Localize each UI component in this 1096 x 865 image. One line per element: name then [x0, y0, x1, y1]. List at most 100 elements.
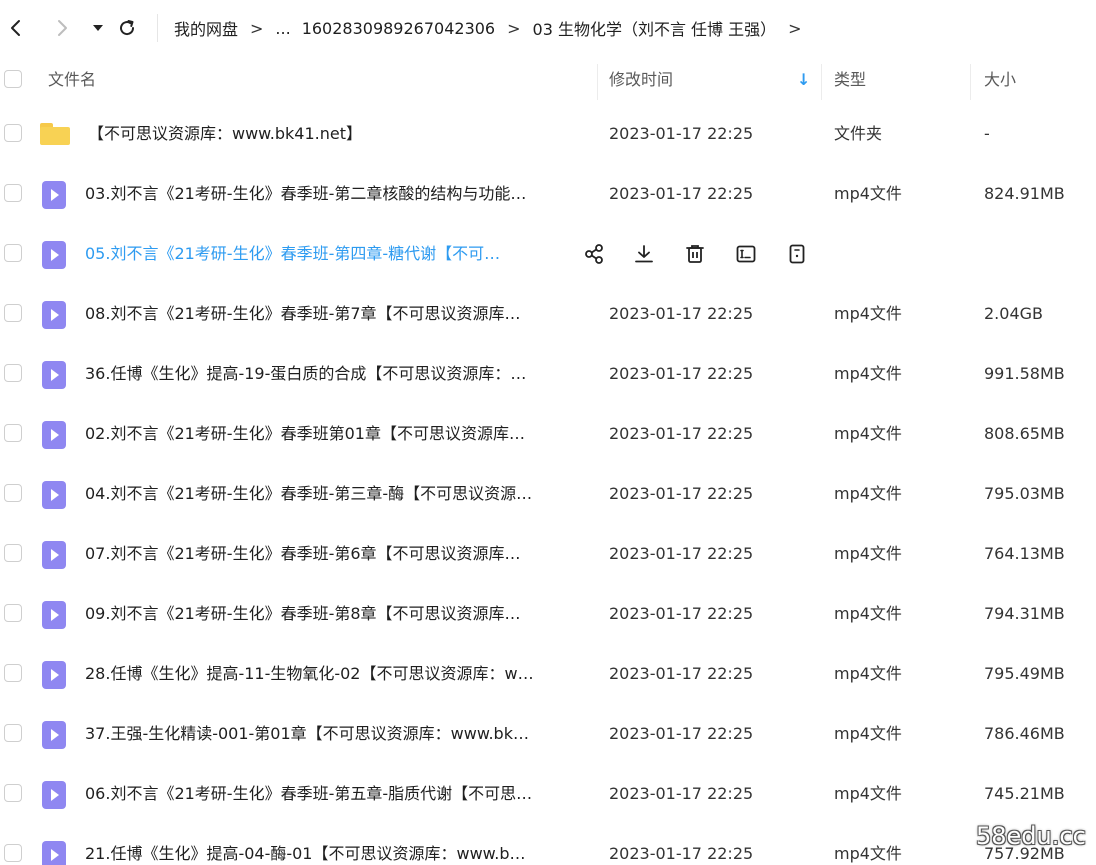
row-checkbox[interactable]: [4, 184, 22, 202]
file-type: mp4文件: [834, 664, 902, 683]
file-browser: 我的网盘 > ... 1602830989267042306 > 03 生物化学…: [0, 0, 1096, 865]
delete-icon[interactable]: [681, 240, 709, 268]
breadcrumb-item-folder-id[interactable]: 1602830989267042306: [302, 19, 495, 38]
file-modified-time: 2023-01-17 22:25: [609, 664, 754, 683]
video-file-icon: [42, 841, 66, 865]
row-checkbox[interactable]: [4, 784, 22, 802]
file-type: mp4文件: [834, 544, 902, 563]
forward-icon[interactable]: [48, 14, 76, 42]
download-icon[interactable]: [630, 240, 658, 268]
column-time-header[interactable]: 修改时间: [609, 68, 673, 92]
video-file-icon: [42, 481, 66, 509]
file-type: mp4文件: [834, 844, 902, 863]
file-row[interactable]: 04.刘不言《21考研-生化》春季班-第三章-酶【不可思议资源… 2023-01…: [0, 464, 1096, 524]
toolbar-divider: [157, 14, 158, 42]
file-size: 2.04GB: [984, 304, 1043, 323]
breadcrumb-item-ellipsis[interactable]: ...: [275, 19, 290, 38]
file-modified-time: 2023-01-17 22:25: [609, 304, 754, 323]
column-size-header[interactable]: 大小: [984, 68, 1016, 92]
file-row[interactable]: 08.刘不言《21考研-生化》春季班-第7章【不可思议资源库… 2023-01-…: [0, 284, 1096, 344]
row-checkbox[interactable]: [4, 424, 22, 442]
column-divider[interactable]: [970, 64, 971, 100]
file-row[interactable]: 06.刘不言《21考研-生化》春季班-第五章-脂质代谢【不可思… 2023-01…: [0, 764, 1096, 824]
row-checkbox[interactable]: [4, 724, 22, 742]
file-type: mp4文件: [834, 604, 902, 623]
file-type: mp4文件: [834, 424, 902, 443]
video-file-icon: [42, 181, 66, 209]
column-divider[interactable]: [597, 64, 598, 100]
row-checkbox[interactable]: [4, 244, 22, 262]
file-row[interactable]: 28.任博《生化》提高-11-生物氧化-02【不可思议资源库：w… 2023-0…: [0, 644, 1096, 704]
file-size: -: [984, 124, 990, 143]
file-name[interactable]: 【不可思议资源库：www.bk41.net】: [88, 120, 584, 148]
file-size: 808.65MB: [984, 424, 1065, 443]
more-icon[interactable]: [783, 240, 811, 268]
file-modified-time: 2023-01-17 22:25: [609, 724, 754, 743]
file-row[interactable]: 37.王强-生化精读-001-第01章【不可思议资源库：www.bk… 2023…: [0, 704, 1096, 764]
file-type: mp4文件: [834, 304, 902, 323]
file-row[interactable]: 07.刘不言《21考研-生化》春季班-第6章【不可思议资源库… 2023-01-…: [0, 524, 1096, 584]
file-row-folder[interactable]: 【不可思议资源库：www.bk41.net】 2023-01-17 22:25 …: [0, 104, 1096, 164]
file-modified-time: 2023-01-17 22:25: [609, 364, 754, 383]
breadcrumb: 我的网盘 > ... 1602830989267042306 > 03 生物化学…: [174, 14, 814, 42]
row-checkbox[interactable]: [4, 664, 22, 682]
file-name[interactable]: 08.刘不言《21考研-生化》春季班-第7章【不可思议资源库…: [85, 300, 581, 328]
toolbar: 我的网盘 > ... 1602830989267042306 > 03 生物化学…: [0, 0, 1096, 56]
file-name[interactable]: 37.王强-生化精读-001-第01章【不可思议资源库：www.bk…: [85, 720, 581, 748]
column-name-header[interactable]: 文件名: [48, 68, 96, 92]
file-modified-time: 2023-01-17 22:25: [609, 184, 754, 203]
file-row[interactable]: 21.任博《生化》提高-04-酶-01【不可思议资源库：www.b… 2023-…: [0, 824, 1096, 865]
file-size: 764.13MB: [984, 544, 1065, 563]
video-file-icon: [42, 661, 66, 689]
row-checkbox[interactable]: [4, 304, 22, 322]
video-file-icon: [42, 301, 66, 329]
file-size: 794.31MB: [984, 604, 1065, 623]
file-name[interactable]: 06.刘不言《21考研-生化》春季班-第五章-脂质代谢【不可思…: [85, 780, 581, 808]
file-size: 991.58MB: [984, 364, 1065, 383]
row-checkbox[interactable]: [4, 364, 22, 382]
share-icon[interactable]: [580, 240, 608, 268]
video-file-icon: [42, 721, 66, 749]
watermark: 58edu.cc: [976, 822, 1086, 850]
file-name[interactable]: 02.刘不言《21考研-生化》春季班第01章【不可思议资源库…: [85, 420, 581, 448]
file-row[interactable]: 02.刘不言《21考研-生化》春季班第01章【不可思议资源库… 2023-01-…: [0, 404, 1096, 464]
dropdown-icon[interactable]: [84, 14, 112, 42]
refresh-icon[interactable]: [113, 14, 141, 42]
row-checkbox[interactable]: [4, 544, 22, 562]
file-row[interactable]: 03.刘不言《21考研-生化》春季班-第二章核酸的结构与功能… 2023-01-…: [0, 164, 1096, 224]
back-icon[interactable]: [2, 14, 30, 42]
video-file-icon: [42, 541, 66, 569]
file-type: 文件夹: [834, 124, 883, 143]
rename-icon[interactable]: [732, 240, 760, 268]
file-modified-time: 2023-01-17 22:25: [609, 844, 754, 863]
file-type: mp4文件: [834, 784, 902, 803]
file-row-hovered[interactable]: 05.刘不言《21考研-生化》春季班-第四章-糖代谢【不可…: [0, 224, 1096, 284]
file-name[interactable]: 21.任博《生化》提高-04-酶-01【不可思议资源库：www.b…: [85, 840, 581, 865]
sort-desc-icon[interactable]: ↓: [797, 68, 810, 92]
breadcrumb-separator: >: [788, 18, 802, 38]
breadcrumb-item-current[interactable]: 03 生物化学（刘不言 任博 王强）: [533, 16, 777, 40]
row-checkbox[interactable]: [4, 604, 22, 622]
row-checkbox[interactable]: [4, 124, 22, 142]
breadcrumb-item-root[interactable]: 我的网盘: [174, 16, 238, 40]
column-divider[interactable]: [821, 64, 822, 100]
row-checkbox[interactable]: [4, 484, 22, 502]
file-size: 745.21MB: [984, 784, 1065, 803]
file-name[interactable]: 28.任博《生化》提高-11-生物氧化-02【不可思议资源库：w…: [85, 660, 581, 688]
file-name[interactable]: 07.刘不言《21考研-生化》春季班-第6章【不可思议资源库…: [85, 540, 581, 568]
file-row[interactable]: 09.刘不言《21考研-生化》春季班-第8章【不可思议资源库… 2023-01-…: [0, 584, 1096, 644]
file-modified-time: 2023-01-17 22:25: [609, 424, 754, 443]
select-all-checkbox[interactable]: [4, 70, 22, 88]
column-type-header[interactable]: 类型: [834, 68, 866, 92]
file-name[interactable]: 09.刘不言《21考研-生化》春季班-第8章【不可思议资源库…: [85, 600, 581, 628]
file-modified-time: 2023-01-17 22:25: [609, 604, 754, 623]
file-name[interactable]: 36.任博《生化》提高-19-蛋白质的合成【不可思议资源库：…: [85, 360, 581, 388]
file-modified-time: 2023-01-17 22:25: [609, 784, 754, 803]
file-name[interactable]: 03.刘不言《21考研-生化》春季班-第二章核酸的结构与功能…: [85, 180, 581, 208]
row-checkbox[interactable]: [4, 844, 22, 862]
folder-icon: [40, 123, 70, 145]
file-name[interactable]: 05.刘不言《21考研-生化》春季班-第四章-糖代谢【不可…: [85, 240, 550, 268]
file-name[interactable]: 04.刘不言《21考研-生化》春季班-第三章-酶【不可思议资源…: [85, 480, 581, 508]
file-row[interactable]: 36.任博《生化》提高-19-蛋白质的合成【不可思议资源库：… 2023-01-…: [0, 344, 1096, 404]
file-size: 795.49MB: [984, 664, 1065, 683]
